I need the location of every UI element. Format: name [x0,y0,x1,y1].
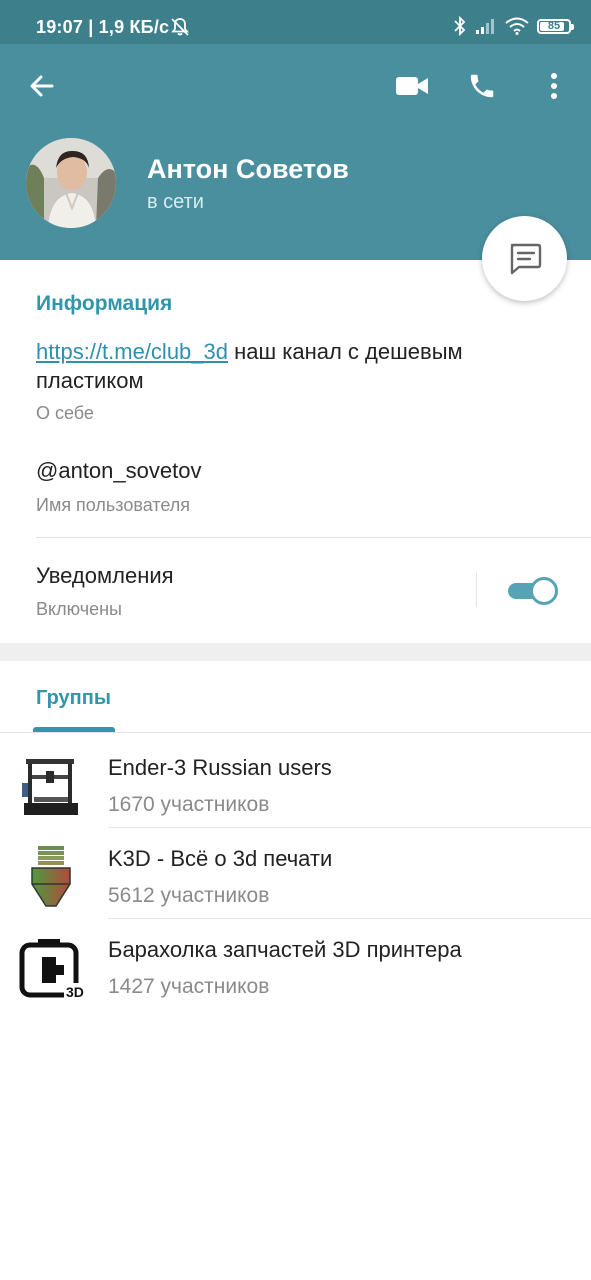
wifi-icon [505,17,529,35]
username[interactable]: @anton_sovetov [36,458,201,484]
printer-3d-logo-icon: 3D [19,939,84,1000]
group-name: Ender-3 Russian users [108,755,332,780]
section-gap [0,643,591,661]
avatar-photo [26,138,116,228]
bell-off-icon [171,18,189,36]
group-name: K3D - Всё о 3d печати [108,846,333,871]
notifications-toggle[interactable] [508,577,560,605]
notifications-state: Включены [36,599,122,619]
list-item[interactable]: Ender-3 Russian users 1670 участников [0,737,591,828]
group-name: Барахолка запчастей 3D принтера [108,937,462,962]
online-status: в сети [147,191,204,213]
signal-icon [476,19,494,34]
svg-text:3D: 3D [66,984,84,1000]
tab-divider [0,732,591,733]
list-item[interactable]: K3D - Всё о 3d печати 5612 участников [0,828,591,919]
username-label: Имя пользователя [36,495,191,515]
bio-label: О себе [36,403,94,423]
status-bar: 19:07 | 1,9 КБ/с 85 [0,0,591,44]
notifications-label[interactable]: Уведомления [36,563,174,589]
info-section: Информация https://t.me/club_3d наш кана… [0,260,591,643]
group-member-count: 5612 участников [108,884,270,907]
nozzle-icon [31,846,71,907]
bluetooth-icon [454,16,466,36]
groups-section: Группы Ender-3 Russian users 1670 участн… [0,661,591,1280]
arrow-left-icon [30,75,54,97]
phone-call-button[interactable] [458,62,506,110]
profile-name: Антон Советов [147,154,349,184]
back-button[interactable] [18,62,66,110]
status-time: 19:07 | 1,9 КБ/с [36,17,170,37]
list-item[interactable]: 3D Барахолка запчастей 3D принтера 1427 … [0,919,591,1010]
video-call-icon [396,77,428,95]
group-member-count: 1670 участников [108,793,270,816]
video-call-button[interactable] [388,62,436,110]
group-member-count: 1427 участников [108,975,270,998]
more-vert-icon [551,73,557,99]
bio-text: https://t.me/club_3d наш канал с дешевым… [36,337,556,395]
bio-link[interactable]: https://t.me/club_3d [36,339,228,364]
info-title: Информация [36,292,173,315]
more-menu-button[interactable] [530,62,578,110]
toggle-knob [530,577,558,605]
battery-icon: 85 [537,18,574,34]
avatar[interactable] [26,138,116,228]
phone-icon [470,74,494,98]
toggle-separator [476,573,477,607]
status-icons: 85 [453,14,574,38]
divider [36,537,591,538]
battery-percent: 85 [547,19,561,32]
3d-printer-icon [22,759,78,815]
tab-groups[interactable]: Группы [36,687,111,710]
